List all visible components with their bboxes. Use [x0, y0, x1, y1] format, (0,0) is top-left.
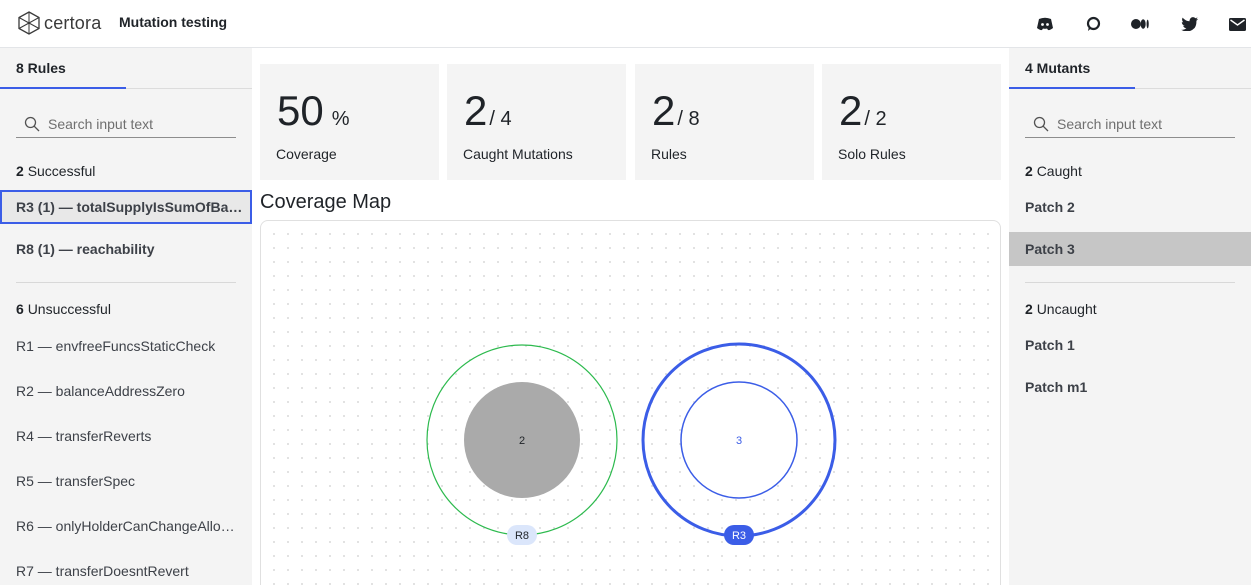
r3-badge-label: R3	[732, 530, 746, 542]
metric-label: Solo Rules	[838, 146, 906, 162]
metric-value: 2	[652, 87, 676, 134]
rules-panel: 8 Rules 2 Successful R3 (1) — totalSuppl…	[0, 48, 252, 585]
mutant-item-patch-m1[interactable]: Patch m1	[1009, 370, 1251, 404]
mutants-panel: 4 Mutants 2 Caught Patch 2 Patch 3 2 Unc…	[1009, 48, 1251, 585]
discord-icon[interactable]	[1036, 15, 1054, 33]
mail-icon[interactable]	[1228, 15, 1246, 33]
successful-group-title: 2 Successful	[16, 163, 96, 179]
metric-rules: 2/ 8 Rules	[635, 64, 814, 180]
tab-mutants-label: 4 Mutants	[1025, 60, 1091, 76]
coverage-node-r8[interactable]: 2 R8	[426, 344, 618, 545]
rule-item-r7[interactable]: R7 — transferDoesntRevert	[0, 554, 252, 585]
metric-solo-rules: 2/ 2 Solo Rules	[822, 64, 1001, 180]
active-tab-indicator	[1009, 87, 1135, 89]
certora-logo[interactable]: certora	[18, 11, 101, 35]
rules-search[interactable]	[16, 110, 236, 138]
tab-rules[interactable]: 8 Rules	[0, 48, 252, 89]
r8-badge-label: R8	[515, 530, 529, 542]
search-icon	[1033, 116, 1049, 131]
coverage-node-r3[interactable]: 3 R3	[641, 342, 837, 545]
metric-suffix: %	[331, 108, 350, 130]
caught-group-title: 2 Caught	[1025, 163, 1082, 179]
app-header: certora Mutation testing	[0, 0, 1251, 48]
unsuccessful-group-title: 6 Unsuccessful	[16, 301, 111, 317]
rule-item-r5[interactable]: R5 — transferSpec	[0, 464, 252, 498]
metric-suffix: / 2	[864, 108, 887, 130]
metric-value: 50	[277, 87, 324, 134]
metric-suffix: / 8	[677, 108, 700, 130]
tab-rules-label: 8 Rules	[16, 60, 66, 76]
coverage-map[interactable]: 2 R8 3 R3	[260, 220, 1001, 585]
mutant-item-patch-2[interactable]: Patch 2	[1009, 190, 1251, 224]
metric-caught-mutations: 2/ 4 Caught Mutations	[447, 64, 626, 180]
rule-item-r2[interactable]: R2 — balanceAddressZero	[0, 374, 252, 408]
mutants-search-input[interactable]	[1057, 115, 1227, 132]
chat-icon[interactable]	[1084, 15, 1102, 33]
r3-inner-value: 3	[736, 435, 742, 447]
metric-coverage: 50% Coverage	[260, 64, 439, 180]
certora-logo-icon	[18, 11, 40, 35]
rule-item-r4[interactable]: R4 — transferReverts	[0, 419, 252, 453]
mutant-item-patch-1[interactable]: Patch 1	[1009, 328, 1251, 362]
rules-search-input[interactable]	[48, 115, 228, 132]
rule-item-r6[interactable]: R6 — onlyHolderCanChangeAllo…	[0, 509, 252, 543]
rule-item-r3[interactable]: R3 (1) — totalSupplyIsSumOfBa…	[0, 190, 252, 224]
page-title: Mutation testing	[119, 14, 228, 30]
r8-inner-value: 2	[519, 435, 525, 447]
search-icon	[24, 116, 40, 131]
medium-icon[interactable]	[1131, 15, 1149, 33]
coverage-map-canvas: 2 R8 3 R3	[426, 342, 837, 545]
metric-value: 2	[839, 87, 863, 134]
coverage-map-title: Coverage Map	[260, 191, 392, 213]
metric-label: Coverage	[276, 146, 337, 162]
twitter-icon[interactable]	[1180, 15, 1198, 33]
metric-value: 2	[464, 87, 488, 134]
divider	[1025, 282, 1235, 283]
mutants-search[interactable]	[1025, 110, 1235, 138]
metric-suffix: / 4	[489, 108, 512, 130]
brand-name: certora	[44, 12, 102, 33]
mutant-item-patch-3[interactable]: Patch 3	[1009, 232, 1251, 266]
metric-label: Caught Mutations	[463, 146, 573, 162]
active-tab-indicator	[0, 87, 126, 89]
uncaught-group-title: 2 Uncaught	[1025, 301, 1097, 317]
rule-item-r8[interactable]: R8 (1) — reachability	[0, 232, 252, 266]
tab-mutants[interactable]: 4 Mutants	[1009, 48, 1251, 89]
rule-item-r1[interactable]: R1 — envfreeFuncsStaticCheck	[0, 329, 252, 363]
divider	[16, 282, 236, 283]
metric-label: Rules	[651, 146, 687, 162]
